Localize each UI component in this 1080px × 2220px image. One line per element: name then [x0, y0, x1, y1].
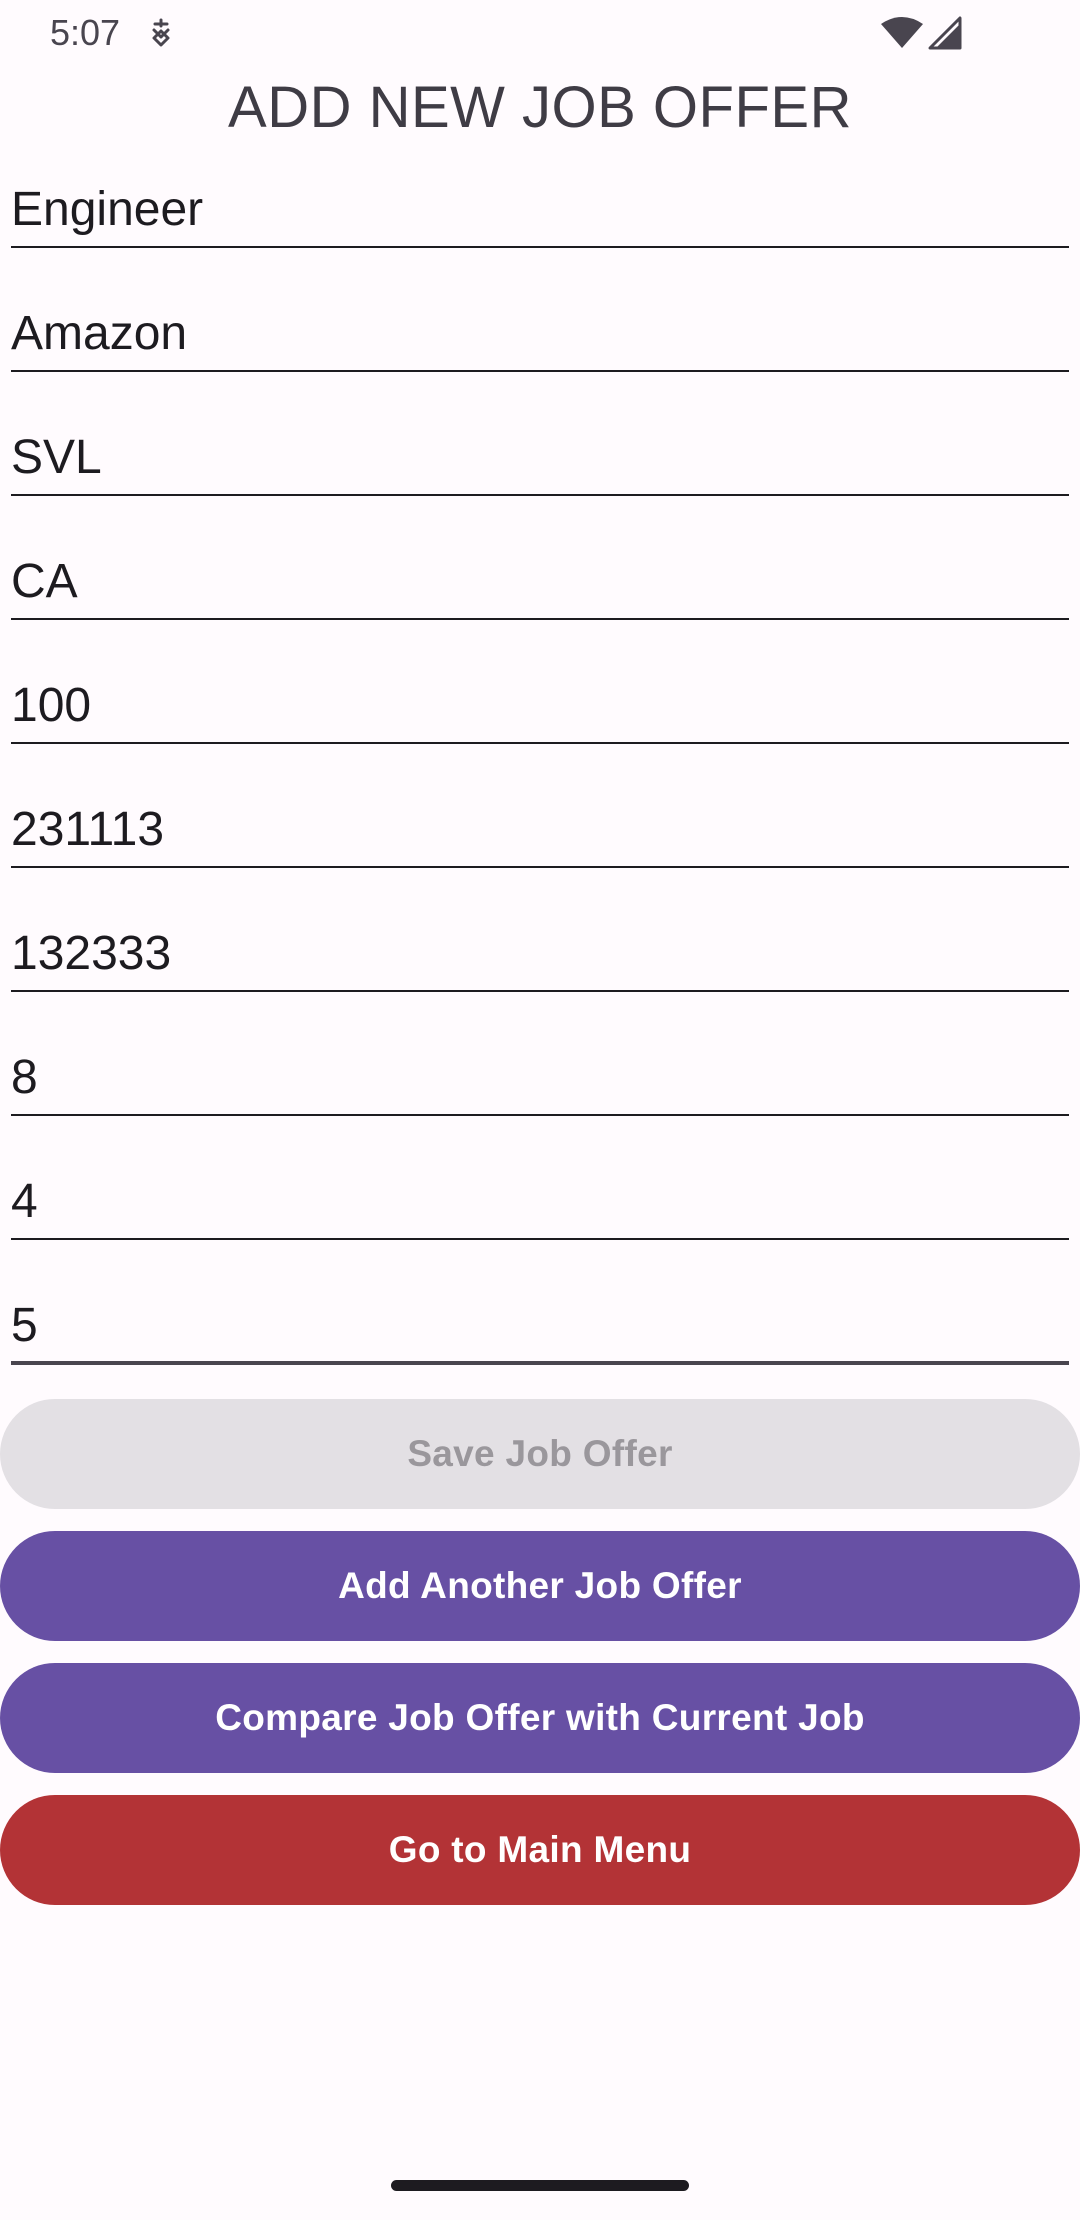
wifi-icon: [881, 17, 923, 48]
bonus-field[interactable]: 132333: [11, 914, 1069, 1038]
company-field[interactable]: Amazon: [11, 294, 1069, 418]
signal-icon: [928, 16, 962, 50]
home-indicator[interactable]: [391, 2180, 689, 2191]
field-underline: [11, 246, 1069, 248]
go-to-main-menu-button[interactable]: Go to Main Menu: [0, 1795, 1080, 1905]
job-title-input[interactable]: Engineer: [11, 180, 203, 240]
state-input[interactable]: CA: [11, 552, 78, 612]
status-time: 5:07: [50, 12, 121, 53]
field-underline: [11, 1114, 1069, 1116]
salary-field[interactable]: 231113: [11, 790, 1069, 914]
field-underline: [11, 866, 1069, 868]
field-underline: [11, 494, 1069, 496]
job-title-field[interactable]: Engineer: [11, 170, 1069, 294]
field-underline: [11, 742, 1069, 744]
field-underline: [11, 370, 1069, 372]
status-bar: 5:07: [0, 0, 1080, 66]
field-8-input[interactable]: 8: [11, 1048, 38, 1108]
bonus-input[interactable]: 132333: [11, 924, 171, 984]
field-underline-focused: [11, 1361, 1069, 1365]
field-underline: [11, 618, 1069, 620]
field-9[interactable]: 4: [11, 1162, 1069, 1286]
cost-of-living-field[interactable]: 100: [11, 666, 1069, 790]
field-8[interactable]: 8: [11, 1038, 1069, 1162]
field-underline: [11, 990, 1069, 992]
company-input[interactable]: Amazon: [11, 304, 187, 364]
salary-input[interactable]: 231113: [11, 800, 164, 860]
field-9-input[interactable]: 4: [11, 1172, 38, 1232]
state-field[interactable]: CA: [11, 542, 1069, 666]
city-field[interactable]: SVL: [11, 418, 1069, 542]
debug-icon: [152, 18, 170, 47]
compare-job-offer-button[interactable]: Compare Job Offer with Current Job: [0, 1663, 1080, 1773]
cost-of-living-input[interactable]: 100: [11, 676, 91, 736]
field-10[interactable]: 5: [11, 1286, 1069, 1410]
job-offer-form: Engineer Amazon SVL CA 100 231113 132333…: [11, 170, 1069, 1410]
city-input[interactable]: SVL: [11, 428, 102, 488]
field-underline: [11, 1238, 1069, 1240]
field-10-input[interactable]: 5: [11, 1296, 38, 1356]
save-job-offer-button[interactable]: Save Job Offer: [0, 1399, 1080, 1509]
add-another-job-offer-button[interactable]: Add Another Job Offer: [0, 1531, 1080, 1641]
page-title: ADD NEW JOB OFFER: [228, 75, 852, 140]
